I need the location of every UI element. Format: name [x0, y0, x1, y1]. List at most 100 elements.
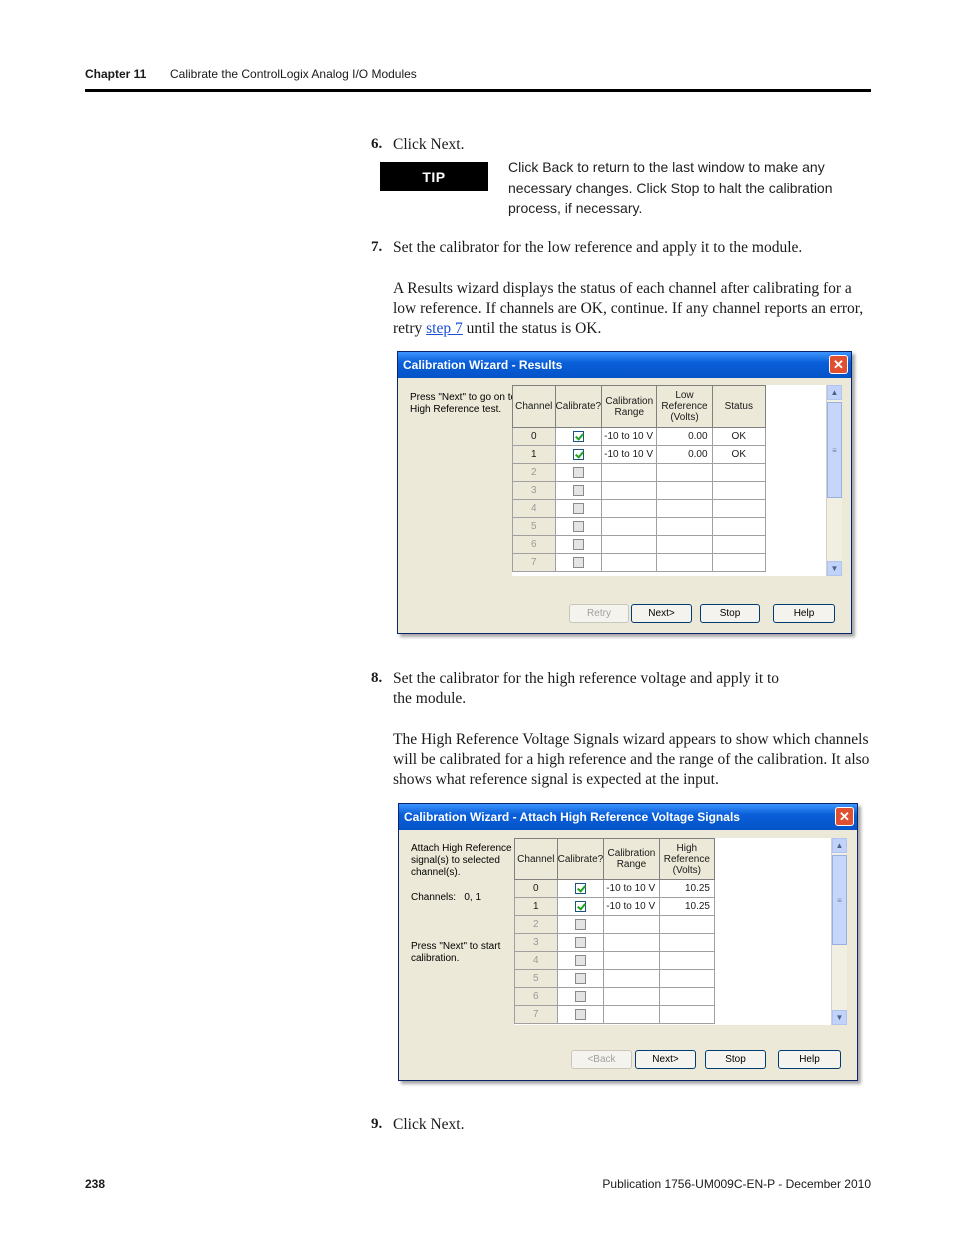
results-instruction-line: High Reference test.: [410, 404, 502, 415]
page-number: 238: [85, 1177, 106, 1191]
range-cell: [601, 499, 658, 518]
calibrate-checkbox[interactable]: [572, 484, 584, 496]
reference-cell: 0.00: [656, 427, 713, 446]
step-7-number: 7.: [371, 239, 383, 255]
calibrate-checkbox[interactable]: [574, 918, 586, 930]
col-channel: Channel: [512, 385, 556, 428]
reference-cell: [656, 553, 713, 572]
close-icon[interactable]: ✕: [835, 807, 854, 826]
col-calibrate: Calibrate?: [556, 838, 605, 880]
publication-info: Publication 1756-UM009C-EN-P - December …: [602, 1177, 871, 1191]
results-grid: Channel Calibrate? Calibration Range Low R…: [512, 385, 767, 572]
table-row[interactable]: 2: [512, 463, 767, 482]
back-button[interactable]: <Back: [571, 1050, 632, 1069]
calibrate-checkbox[interactable]: [572, 466, 584, 478]
channel-cell: 3: [514, 933, 558, 952]
channel-cell: 4: [512, 499, 556, 518]
calibrate-checkbox[interactable]: [572, 520, 584, 532]
table-row[interactable]: 3: [512, 481, 767, 500]
channel-cell: 6: [514, 987, 558, 1006]
table-row[interactable]: 1 -10 to 10 V 10.25: [514, 897, 716, 916]
scroll-thumb[interactable]: ≡: [832, 855, 847, 945]
table-row[interactable]: 4: [514, 951, 716, 970]
reference-cell: [656, 535, 713, 554]
calibrate-checkbox[interactable]: [572, 556, 584, 568]
table-row[interactable]: 4: [512, 499, 767, 518]
calibrate-cell: [554, 517, 603, 536]
reference-cell: [656, 499, 713, 518]
close-icon[interactable]: ✕: [829, 355, 848, 374]
results-scrollbar[interactable]: ▲ ≡ ▼: [826, 385, 842, 576]
stop-button[interactable]: Stop: [700, 604, 760, 623]
calibrate-cell: [556, 933, 605, 952]
reference-cell: [658, 951, 716, 970]
step-8-text: Set the calibrator for the high referenc…: [393, 669, 871, 709]
calibrate-checkbox[interactable]: [572, 502, 584, 514]
table-row[interactable]: 6: [512, 535, 767, 554]
col-high-line: High: [676, 842, 698, 854]
scroll-up-icon[interactable]: ▲: [827, 385, 842, 400]
calibrate-checkbox[interactable]: [574, 882, 586, 894]
table-row[interactable]: 0 -10 to 10 V 0.00 OK: [512, 427, 767, 446]
table-row[interactable]: 0 -10 to 10 V 10.25: [514, 879, 716, 898]
table-row[interactable]: 7: [512, 553, 767, 572]
range-cell: [601, 535, 658, 554]
next-button[interactable]: Next>: [631, 604, 692, 623]
col-high-reference: High Reference (Volts): [658, 838, 716, 880]
high-ref-grid: Channel Calibrate? Calibration Range High…: [514, 838, 716, 1024]
calibrate-checkbox[interactable]: [574, 936, 586, 948]
channel-cell: 3: [512, 481, 556, 500]
calibrate-checkbox[interactable]: [572, 538, 584, 550]
table-row[interactable]: 5: [514, 969, 716, 988]
status-cell: [711, 517, 767, 536]
channels-readout: Channels: 0, 1: [411, 892, 481, 904]
step-7-link[interactable]: step 7: [426, 320, 463, 337]
table-row[interactable]: 1 -10 to 10 V 0.00 OK: [512, 445, 767, 464]
table-row[interactable]: 3: [514, 933, 716, 952]
high-ref-instruction-line: signal(s) to selected: [411, 855, 500, 866]
channel-cell: 0: [514, 879, 558, 898]
col-high-line: Reference: [663, 853, 710, 865]
scroll-down-icon[interactable]: ▼: [832, 1010, 847, 1025]
step-9-text: Click Next.: [393, 1116, 465, 1133]
calibrate-cell: [554, 499, 603, 518]
step-7-paragraph: A Results wizard displays the status of …: [393, 279, 871, 339]
range-cell: -10 to 10 V: [601, 427, 658, 446]
help-button[interactable]: Help: [778, 1050, 841, 1069]
table-row[interactable]: 6: [514, 987, 716, 1006]
col-range-line: Range: [616, 859, 647, 870]
reference-cell: [656, 481, 713, 500]
calibrate-checkbox[interactable]: [572, 430, 584, 442]
chapter-title: Calibrate the ControlLogix Analog I/O Mo…: [170, 67, 417, 81]
scroll-down-icon[interactable]: ▼: [827, 561, 842, 576]
range-cell: [603, 987, 660, 1006]
range-cell: [603, 1005, 660, 1024]
calibrate-checkbox[interactable]: [572, 448, 584, 460]
header-rule: [85, 89, 871, 92]
high-ref-dialog-client: Attach High Reference signal(s) to selec…: [402, 830, 854, 1077]
help-button[interactable]: Help: [773, 604, 835, 623]
col-status: Status: [711, 385, 767, 428]
calibrate-cell: [554, 553, 603, 572]
channels-label: Channels:: [411, 892, 457, 903]
high-ref-scrollbar[interactable]: ▲ ≡ ▼: [831, 838, 847, 1025]
calibrate-checkbox[interactable]: [574, 972, 586, 984]
table-row[interactable]: 2: [514, 915, 716, 934]
high-ref-dialog-titlebar[interactable]: Calibration Wizard - Attach High Referen…: [399, 804, 857, 830]
start-instruction: Press "Next" to start calibration.: [411, 941, 500, 965]
scroll-thumb[interactable]: ≡: [827, 402, 842, 498]
results-dialog-titlebar[interactable]: Calibration Wizard - Results ✕: [398, 352, 851, 378]
range-cell: [603, 933, 660, 952]
table-row[interactable]: 7: [514, 1005, 716, 1024]
stop-button[interactable]: Stop: [705, 1050, 766, 1069]
next-button[interactable]: Next>: [635, 1050, 696, 1069]
calibrate-checkbox[interactable]: [574, 1008, 586, 1020]
channel-cell: 7: [512, 553, 556, 572]
table-row[interactable]: 5: [512, 517, 767, 536]
channel-cell: 6: [512, 535, 556, 554]
calibrate-checkbox[interactable]: [574, 954, 586, 966]
scroll-up-icon[interactable]: ▲: [832, 838, 847, 853]
calibrate-checkbox[interactable]: [574, 900, 586, 912]
retry-button[interactable]: Retry: [569, 604, 629, 623]
calibrate-checkbox[interactable]: [574, 990, 586, 1002]
